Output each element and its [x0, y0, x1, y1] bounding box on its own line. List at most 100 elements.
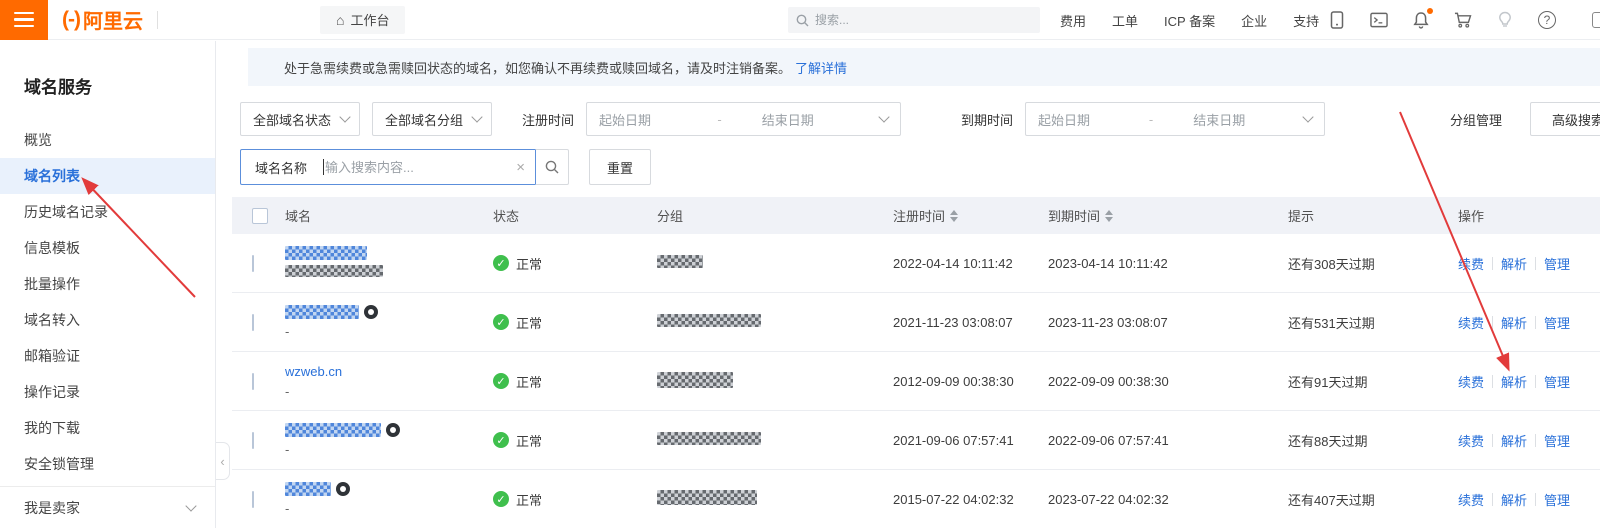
notifications-bell-icon[interactable]	[1412, 11, 1430, 29]
sidebar-item-operation-log[interactable]: 操作记录	[0, 374, 215, 410]
filter-row: 全部域名状态 全部域名分组 注册时间 起始日期 - 结束日期 到期时间 起始日期…	[240, 101, 1600, 137]
sidebar-item-history[interactable]: 历史域名记录	[0, 194, 215, 230]
renew-link[interactable]: 续费	[1458, 313, 1484, 332]
start-date-placeholder: 起始日期	[599, 110, 651, 129]
topbar-divider	[157, 11, 158, 29]
group-manage-link[interactable]: 分组管理	[1450, 110, 1502, 129]
exp-time-range-picker[interactable]: 起始日期 - 结束日期	[1025, 102, 1325, 136]
chevron-down-icon	[1302, 111, 1313, 122]
chevron-down-icon	[878, 111, 889, 122]
reset-button[interactable]: 重置	[589, 149, 651, 185]
expiry-tip: 还有88天过期	[1288, 431, 1458, 450]
table-row: ✓正常 2022-04-14 10:11:42 2023-04-14 10:11…	[232, 234, 1600, 293]
topbar-menu-support[interactable]: 支持	[1293, 11, 1319, 30]
row-checkbox[interactable]	[252, 255, 254, 272]
sidebar: 域名服务 概览 域名列表 历史域名记录 信息模板 批量操作 域名转入 邮箱验证 …	[0, 41, 216, 528]
sidebar-item-domain-list[interactable]: 域名列表	[0, 158, 215, 194]
row-checkbox[interactable]	[252, 314, 254, 331]
end-date-placeholder: 结束日期	[762, 110, 814, 129]
sidebar-item-security-lock[interactable]: 安全锁管理	[0, 446, 215, 482]
domain-name-search-field[interactable]: 域名名称 ×	[240, 149, 536, 185]
status-text: 正常	[516, 254, 542, 273]
reg-time: 2022-04-14 10:11:42	[893, 256, 1048, 271]
shopping-cart-icon[interactable]	[1454, 11, 1472, 29]
manage-link[interactable]: 管理	[1544, 313, 1570, 332]
topbar-menu-icp[interactable]: ICP 备案	[1164, 11, 1215, 30]
sidebar-collapse-handle[interactable]: ‹	[216, 442, 230, 480]
domain-badge-icon	[336, 482, 350, 496]
domain-table: 域名 状态 分组 注册时间 到期时间 提示 操作 ✓正常 2022-	[232, 197, 1600, 528]
resolve-link[interactable]: 解析	[1501, 431, 1527, 450]
advanced-search-button[interactable]: 高级搜索	[1530, 102, 1600, 136]
exp-time: 2022-09-09 00:38:30	[1048, 374, 1288, 389]
sidebar-title: 域名服务	[0, 41, 215, 122]
row-checkbox[interactable]	[252, 373, 254, 390]
search-icon	[545, 160, 559, 174]
sort-icon[interactable]	[950, 210, 958, 222]
filter-right-group: 分组管理 高级搜索	[1450, 101, 1600, 137]
topbar-menu-billing[interactable]: 费用	[1060, 11, 1086, 30]
renew-link[interactable]: 续费	[1458, 372, 1484, 391]
notice-bar: 处于急需续费或急需赎回状态的域名，如您确认不再续费或赎回域名，请及时注销备案。 …	[248, 48, 1600, 86]
help-icon[interactable]: ?	[1538, 11, 1556, 29]
topbar-search[interactable]	[788, 7, 1040, 33]
sidebar-item-info-template[interactable]: 信息模板	[0, 230, 215, 266]
end-date-placeholder: 结束日期	[1193, 110, 1245, 129]
redacted-group	[657, 314, 761, 327]
resolve-link[interactable]: 解析	[1501, 313, 1527, 332]
reg-time: 2012-09-09 00:38:30	[893, 374, 1048, 389]
notice-learn-more-link[interactable]: 了解详情	[795, 58, 847, 77]
expiry-tip: 还有407天过期	[1288, 490, 1458, 509]
hamburger-menu-icon[interactable]	[0, 0, 48, 40]
manage-link[interactable]: 管理	[1544, 490, 1570, 509]
domain-sub: -	[285, 324, 493, 339]
workbench-button[interactable]: ⌂ 工作台	[320, 6, 405, 34]
topbar-menu-tickets[interactable]: 工单	[1112, 11, 1138, 30]
domain-link[interactable]: wzweb.cn	[285, 364, 342, 379]
redacted-group	[657, 255, 703, 268]
col-action: 操作	[1458, 206, 1600, 225]
resolve-link[interactable]: 解析	[1501, 254, 1527, 273]
status-ok-icon: ✓	[493, 314, 509, 330]
lightbulb-icon[interactable]	[1496, 11, 1514, 29]
sidebar-item-my-downloads[interactable]: 我的下载	[0, 410, 215, 446]
clear-icon[interactable]: ×	[516, 159, 525, 176]
select-all-checkbox[interactable]	[252, 208, 268, 224]
row-3-resolve-link[interactable]: 解析	[1501, 372, 1527, 391]
domain-sub: -	[285, 501, 493, 516]
domain-search-input[interactable]	[325, 160, 510, 175]
reg-time-range-picker[interactable]: 起始日期 - 结束日期	[586, 102, 901, 136]
row-checkbox[interactable]	[252, 491, 254, 508]
cloud-shell-icon[interactable]	[1370, 11, 1388, 29]
manage-link[interactable]: 管理	[1544, 431, 1570, 450]
status-text: 正常	[516, 313, 542, 332]
domain-status-select[interactable]: 全部域名状态	[240, 102, 360, 136]
sidebar-item-email-verify[interactable]: 邮箱验证	[0, 338, 215, 374]
renew-link[interactable]: 续费	[1458, 254, 1484, 273]
renew-link[interactable]: 续费	[1458, 490, 1484, 509]
sidebar-item-batch-ops[interactable]: 批量操作	[0, 266, 215, 302]
workbench-label: 工作台	[350, 10, 389, 29]
sidebar-item-transfer-in[interactable]: 域名转入	[0, 302, 215, 338]
topbar-search-input[interactable]	[815, 13, 1032, 27]
row-checkbox[interactable]	[252, 432, 254, 449]
redacted-domain	[285, 305, 359, 319]
manage-link[interactable]: 管理	[1544, 372, 1570, 391]
topbar-icons: ?	[1328, 0, 1556, 40]
sort-icon[interactable]	[1105, 210, 1113, 222]
mobile-app-icon[interactable]	[1328, 11, 1346, 29]
search-submit-button[interactable]	[535, 149, 569, 185]
manage-link[interactable]: 管理	[1544, 254, 1570, 273]
sidebar-item-overview[interactable]: 概览	[0, 122, 215, 158]
topbar-menu-enterprise[interactable]: 企业	[1241, 11, 1267, 30]
resolve-link[interactable]: 解析	[1501, 490, 1527, 509]
status-ok-icon: ✓	[493, 255, 509, 271]
aliyun-logo[interactable]: (-) 阿里云	[62, 5, 143, 34]
reg-time: 2015-07-22 04:02:32	[893, 492, 1048, 507]
col-domain: 域名	[285, 206, 493, 225]
renew-link[interactable]: 续费	[1458, 431, 1484, 450]
domain-sub: -	[285, 384, 493, 399]
expiry-tip: 还有308天过期	[1288, 254, 1458, 273]
domain-group-select[interactable]: 全部域名分组	[372, 102, 492, 136]
sidebar-item-seller[interactable]: 我是卖家	[0, 486, 215, 528]
